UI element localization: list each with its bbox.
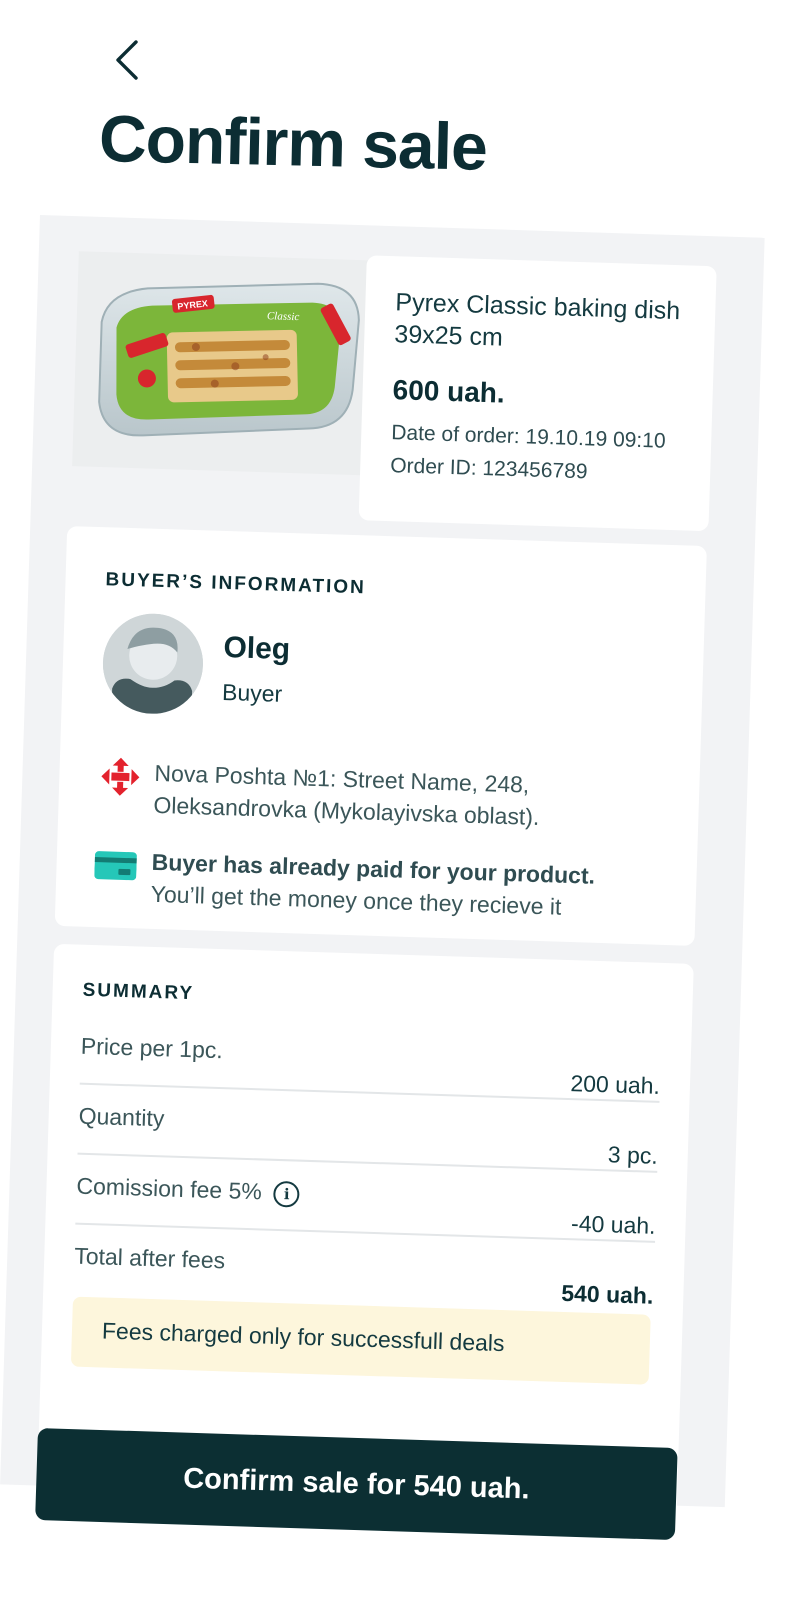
confirm-sale-button[interactable]: Confirm sale for 540 uah.	[35, 1428, 678, 1541]
sale-details-panel: PYREX Classic Pyrex Classic baking dish …	[0, 215, 765, 1524]
summary-section-title: SUMMARY	[82, 979, 195, 1005]
credit-card-icon	[94, 849, 137, 887]
nova-poshta-icon	[99, 755, 142, 803]
page-title: Confirm sale	[98, 100, 488, 184]
buyer-section-title: BUYER’S INFORMATION	[105, 569, 367, 599]
summary-value: -40 uah.	[570, 1210, 656, 1239]
order-id: Order ID: 123456789	[389, 454, 588, 484]
fees-note-text: Fees charged only for successfull deals	[101, 1317, 505, 1357]
summary-value: 200 uah.	[570, 1070, 661, 1099]
buyer-info-card: BUYER’S INFORMATION Oleg Buyer Nova Posh…	[54, 526, 707, 946]
product-image: PYREX Classic	[72, 251, 369, 476]
chevron-left-icon	[116, 40, 138, 80]
product-card: Pyrex Classic baking dish 39x25 cm 600 u…	[358, 255, 717, 532]
buyer-name: Oleg	[222, 630, 291, 667]
delivery-address: Nova Poshta №1: Street Name, 248, Oleksa…	[153, 759, 540, 830]
screen: Confirm sale PYREX Classic Pyrex Classic…	[0, 0, 797, 1610]
image-classic-label: Classic	[267, 310, 300, 323]
summary-label: Price per 1pc.	[80, 1032, 224, 1064]
product-price: 600 uah.	[392, 374, 506, 409]
order-date: Date of order: 19.10.19 09:10	[390, 421, 666, 453]
back-button[interactable]	[108, 38, 148, 82]
summary-label: Total after fees	[73, 1242, 226, 1274]
buyer-role: Buyer	[221, 678, 283, 707]
summary-value: 3 pc.	[607, 1141, 659, 1169]
product-name: Pyrex Classic baking dish 39x25 cm	[393, 288, 681, 352]
fees-note: Fees charged only for successfull deals	[70, 1296, 651, 1385]
fee-label-text: Comission fee 5%	[76, 1172, 263, 1205]
summary-total-value: 540 uah.	[560, 1279, 654, 1309]
info-icon[interactable]: i	[273, 1180, 301, 1208]
avatar	[101, 612, 205, 716]
summary-label: Quantity	[78, 1102, 165, 1132]
summary-label: Comission fee 5% i	[76, 1172, 301, 1208]
